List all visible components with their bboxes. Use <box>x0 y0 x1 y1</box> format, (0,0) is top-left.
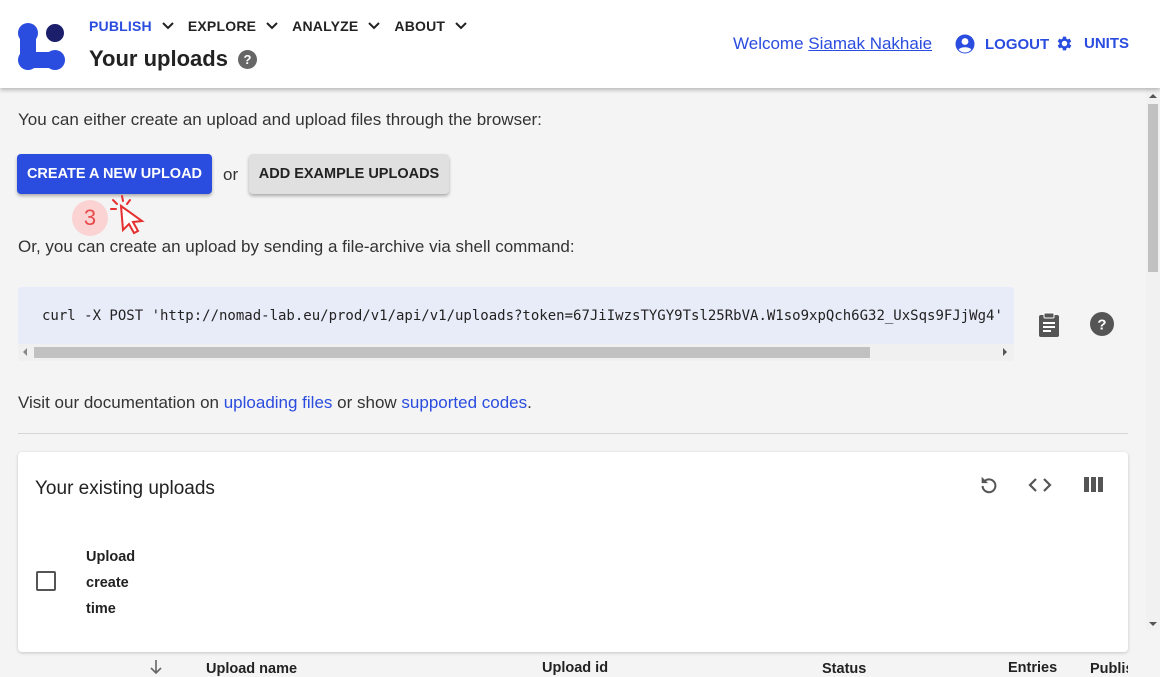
nav-analyze[interactable]: ANALYZE <box>292 18 381 34</box>
create-time-line2: create <box>86 575 129 591</box>
clipboard-icon[interactable] <box>1038 312 1060 338</box>
nav-explore[interactable]: EXPLORE <box>188 18 278 34</box>
nomad-logo[interactable] <box>17 22 67 72</box>
create-time-line1: Upload <box>86 549 136 565</box>
doc-middle: or show <box>337 393 397 412</box>
column-header-upload-id[interactable]: Upload id <box>542 660 608 676</box>
doc-suffix: . <box>527 393 532 412</box>
nav-explore-label: EXPLORE <box>187 18 257 34</box>
help-icon[interactable]: ? <box>237 49 257 69</box>
scroll-down-arrow[interactable] <box>1149 622 1157 626</box>
logout-button[interactable]: LOGOUT <box>955 34 1049 54</box>
units-label: UNITS <box>1084 35 1129 52</box>
nav-publish-label: PUBLISH <box>89 18 152 34</box>
nav-publish[interactable]: PUBLISH <box>89 18 174 34</box>
scroll-up-arrow[interactable] <box>1149 94 1157 98</box>
chevron-down-icon <box>162 22 174 30</box>
scrollbar-thumb[interactable] <box>34 347 870 358</box>
chevron-down-icon <box>368 22 381 30</box>
view-column-icon[interactable] <box>1084 477 1103 492</box>
create-upload-button[interactable]: CREATE A NEW UPLOAD <box>17 154 212 194</box>
select-all-checkbox[interactable] <box>36 571 56 591</box>
welcome-prefix: Welcome <box>733 34 804 53</box>
page-title: Your uploads ? <box>89 46 257 72</box>
user-name-link[interactable]: Siamak Nakhaie <box>808 34 932 53</box>
vertical-scrollbar[interactable] <box>1146 88 1160 630</box>
reload-icon[interactable] <box>978 474 1000 496</box>
existing-uploads-card: Your existing uploads Upload create time… <box>18 452 1128 677</box>
column-header-status[interactable]: Status <box>822 661 866 677</box>
chevron-down-icon <box>455 22 467 30</box>
nav-about[interactable]: ABOUT <box>394 18 467 34</box>
logout-label: LOGOUT <box>985 35 1050 53</box>
scroll-left-arrow[interactable] <box>23 348 27 356</box>
code-icon[interactable] <box>1028 476 1052 494</box>
doc-prefix: Visit our documentation on <box>18 393 219 412</box>
scrollbar-thumb[interactable] <box>1148 104 1158 272</box>
click-cursor-icon <box>110 195 145 235</box>
step-badge: 3 <box>72 200 108 236</box>
shell-command-box: curl -X POST 'http://nomad-lab.eu/prod/v… <box>18 287 1014 361</box>
help-icon[interactable]: ? <box>1090 312 1114 336</box>
nav-about-label: ABOUT <box>394 18 446 34</box>
create-time-line3: time <box>86 601 116 617</box>
main-nav: PUBLISH EXPLORE ANALYZE ABOUT <box>89 18 481 34</box>
uploading-files-link[interactable]: uploading files <box>224 393 333 412</box>
main-content: You can either create an upload and uplo… <box>0 88 1146 677</box>
nav-analyze-label: ANALYZE <box>292 18 359 34</box>
welcome-message: Welcome Siamak Nakhaie <box>733 34 932 54</box>
uploads-table-title: Your existing uploads <box>35 478 215 499</box>
documentation-line: Visit our documentation on uploading fil… <box>18 393 532 413</box>
add-example-uploads-button[interactable]: ADD EXAMPLE UPLOADS <box>249 154 449 194</box>
divider <box>18 433 1128 434</box>
browser-upload-intro: You can either create an upload and uplo… <box>18 110 542 129</box>
or-text: or <box>223 165 239 184</box>
svg-text:?: ? <box>1097 317 1106 334</box>
page-title-text: Your uploads <box>89 46 228 71</box>
supported-codes-link[interactable]: supported codes <box>401 393 527 412</box>
sort-arrow-down-icon[interactable] <box>149 659 163 675</box>
column-header-published[interactable]: Publis <box>1090 661 1128 677</box>
column-header-entries[interactable]: Entries <box>1008 660 1057 676</box>
units-button[interactable]: UNITS <box>1055 34 1129 53</box>
column-header-upload-name[interactable]: Upload name <box>206 661 297 677</box>
app-header: PUBLISH EXPLORE ANALYZE ABOUT Your uploa… <box>0 0 1160 88</box>
shell-command-text: curl -X POST 'http://nomad-lab.eu/prod/v… <box>42 308 1003 324</box>
horizontal-scrollbar[interactable] <box>18 344 1014 361</box>
column-header-create-time[interactable]: Upload create time <box>86 544 135 622</box>
shell-upload-intro: Or, you can create an upload by sending … <box>18 237 575 256</box>
chevron-down-icon <box>266 22 278 30</box>
scroll-right-arrow[interactable] <box>1003 348 1007 356</box>
account-circle-icon <box>955 34 975 54</box>
gear-icon <box>1057 36 1072 51</box>
